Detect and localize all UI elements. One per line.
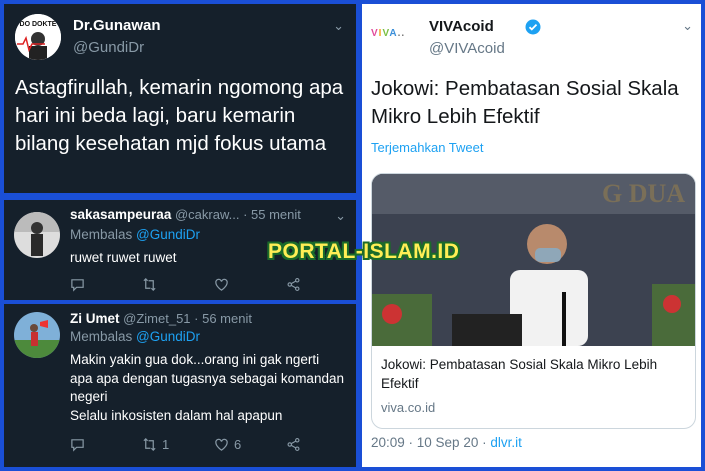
reply-icon	[71, 439, 84, 452]
reply-time[interactable]: · 56 menit	[194, 311, 252, 326]
retweet-count: 1	[162, 437, 170, 452]
author-handle[interactable]: @VIVAcoid	[429, 40, 505, 57]
tweet-text: Astagfirullah, kemarin ngomong apa hari …	[15, 76, 344, 155]
replying-to-link[interactable]: @GundiDr	[136, 227, 200, 242]
share-icon	[287, 278, 300, 291]
reply-button[interactable]	[70, 437, 142, 452]
reply-tweet[interactable]: Zi Umet @Zimet_51 · 56 menit Membalas @G…	[4, 304, 356, 467]
avatar[interactable]: DO DOKTE	[15, 14, 61, 60]
replying-to-link[interactable]: @GundiDr	[136, 329, 200, 344]
share-icon	[287, 438, 300, 451]
author-name[interactable]: Dr.Gunawan	[73, 17, 161, 34]
tweet-source[interactable]: dlvr.it	[490, 435, 522, 450]
card-title[interactable]: Jokowi: Pembatasan Sosial Skala Mikro Le…	[381, 355, 686, 393]
like-button[interactable]	[214, 277, 286, 292]
replying-prefix: Membalas	[70, 329, 133, 344]
like-count: 6	[234, 437, 242, 452]
reply-button[interactable]	[70, 277, 142, 292]
viva-logo[interactable]: VIVA..	[371, 28, 405, 39]
reply-author-name[interactable]: Zi Umet	[70, 311, 120, 326]
translate-link[interactable]: Terjemahkan Tweet	[371, 140, 484, 155]
watermark: PORTAL-ISLAM.ID	[268, 240, 460, 263]
tweet-text: Jokowi: Pembatasan Sosial Skala Mikro Le…	[371, 77, 679, 128]
reply-header: sakasampeuraa @cakraw... · 55 menit	[70, 207, 301, 222]
author-name[interactable]: VIVAcoid	[429, 18, 494, 35]
reply-text: Makin yakin gua dok...orang ini gak nger…	[70, 352, 344, 423]
main-tweet[interactable]: DO DOKTE Dr.Gunawan @GundiDr ⌄ Astagfiru…	[4, 4, 356, 193]
verified-icon	[525, 19, 541, 35]
viva-tweet[interactable]: VIVA.. VIVAcoid @VIVAcoid ⌄ Jokowi: Pemb…	[362, 4, 701, 467]
chevron-down-icon[interactable]: ⌄	[333, 18, 344, 34]
avatar[interactable]	[14, 312, 60, 358]
reply-header: Zi Umet @Zimet_51 · 56 menit	[70, 311, 252, 326]
left-column: DO DOKTE Dr.Gunawan @GundiDr ⌄ Astagfiru…	[4, 4, 356, 467]
reply-author-handle[interactable]: @Zimet_51	[123, 311, 190, 326]
retweet-button[interactable]: 1	[142, 437, 214, 452]
heart-icon	[215, 438, 228, 451]
share-button[interactable]	[286, 277, 358, 292]
retweet-icon	[143, 278, 156, 291]
chevron-down-icon[interactable]: ⌄	[335, 208, 346, 224]
replying-to: Membalas @GundiDr	[70, 227, 200, 242]
card-domain[interactable]: viva.co.id	[381, 400, 435, 415]
retweet-icon	[143, 438, 156, 451]
chevron-down-icon[interactable]: ⌄	[682, 18, 693, 34]
replying-prefix: Membalas	[70, 227, 133, 242]
reply-author-handle[interactable]: @cakraw...	[175, 207, 240, 222]
like-button[interactable]: 6	[214, 437, 286, 452]
reply-author-name[interactable]: sakasampeuraa	[70, 207, 171, 222]
avatar[interactable]	[14, 212, 60, 258]
reply-icon	[71, 279, 84, 292]
tweet-timestamp[interactable]: 20:09 · 10 Sep 20 ·	[371, 435, 490, 450]
svg-text:G DUA: G DUA	[602, 179, 685, 208]
tweet-meta: 20:09 · 10 Sep 20 · dlvr.it	[371, 435, 522, 450]
avatar-text: DO DOKTE	[20, 21, 57, 28]
retweet-button[interactable]	[142, 277, 214, 292]
heart-icon	[215, 278, 228, 291]
reply-time[interactable]: · 55 menit	[243, 207, 301, 222]
reply-actions: 1 6	[70, 437, 358, 452]
author-handle[interactable]: @GundiDr	[73, 39, 144, 56]
share-button[interactable]	[286, 437, 358, 452]
link-card[interactable]: G DUA Jokowi: Pembatasan Sosial Skala Mi…	[371, 173, 696, 429]
reply-actions	[70, 277, 358, 292]
replying-to: Membalas @GundiDr	[70, 329, 200, 344]
